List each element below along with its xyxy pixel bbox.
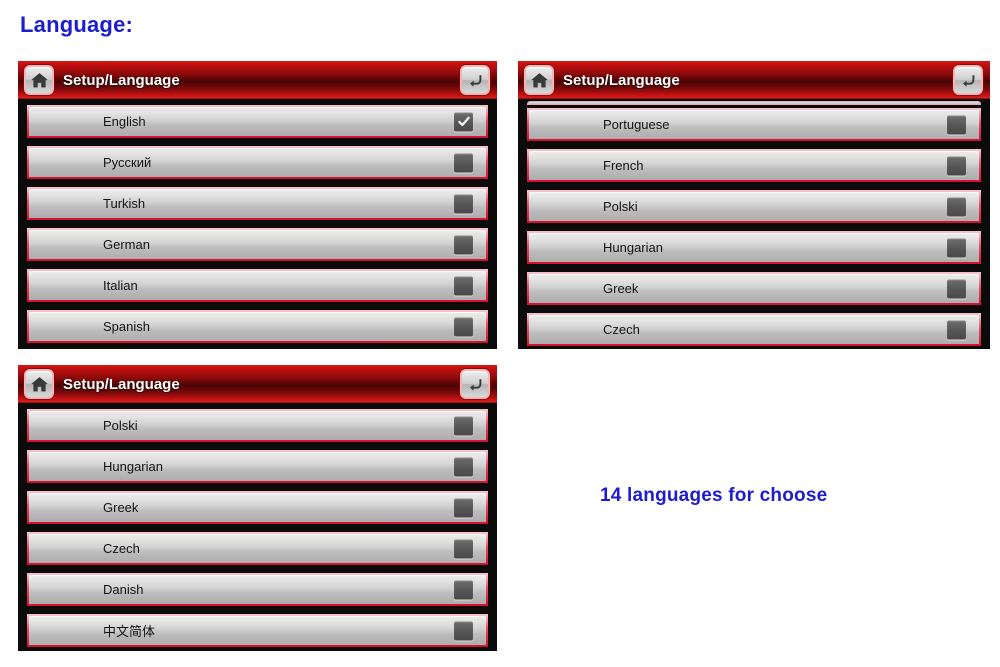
checkbox-unchecked[interactable]	[454, 235, 473, 254]
back-button[interactable]	[460, 369, 490, 399]
language-label: Portuguese	[603, 117, 670, 132]
checkbox-unchecked[interactable]	[947, 197, 966, 216]
checkbox-unchecked[interactable]	[454, 580, 473, 599]
checkbox-unchecked[interactable]	[454, 457, 473, 476]
panel-header: Setup/Language	[18, 61, 497, 99]
back-arrow-icon	[466, 71, 485, 90]
language-label: Hungarian	[103, 459, 163, 474]
page-title: Language:	[20, 12, 134, 37]
partial-scrolled-row[interactable]	[527, 101, 981, 105]
language-row[interactable]: Spanish	[27, 310, 488, 343]
device-screen-panel-3: Setup/Language Polski Hungarian Greek Czech D…	[18, 365, 497, 651]
language-row[interactable]: Polski	[527, 190, 981, 223]
language-label: Hungarian	[603, 240, 663, 255]
language-row[interactable]: Русский	[27, 146, 488, 179]
language-label: Greek	[103, 500, 139, 515]
device-screen-panel-2: Setup/Language Portuguese French Polski Hung…	[518, 61, 990, 349]
language-row[interactable]: 中文简体	[27, 614, 488, 647]
checkbox-unchecked[interactable]	[947, 320, 966, 339]
language-label: French	[603, 158, 644, 173]
language-label: Polski	[603, 199, 638, 214]
panel-title: Setup/Language	[63, 375, 180, 393]
panel-header: Setup/Language	[18, 365, 497, 403]
language-list: Polski Hungarian Greek Czech Danish 中文简体	[18, 403, 497, 651]
languages-count-note: 14 languages for choose	[600, 485, 828, 506]
checkbox-unchecked[interactable]	[947, 238, 966, 257]
home-icon	[30, 375, 49, 394]
language-row[interactable]: French	[527, 149, 981, 182]
checkbox-unchecked[interactable]	[454, 498, 473, 517]
language-row[interactable]: Polski	[27, 409, 488, 442]
language-row[interactable]: Italian	[27, 269, 488, 302]
home-button[interactable]	[24, 65, 54, 95]
language-label: English	[103, 114, 146, 129]
language-label: Русский	[103, 155, 152, 170]
language-row[interactable]: Greek	[527, 272, 981, 305]
checkbox-unchecked[interactable]	[947, 156, 966, 175]
panel-title: Setup/Language	[63, 71, 180, 89]
checkbox-unchecked[interactable]	[454, 317, 473, 336]
language-label: Czech	[103, 541, 140, 556]
language-row[interactable]: Greek	[27, 491, 488, 524]
language-label: Czech	[603, 322, 640, 337]
home-button[interactable]	[524, 65, 554, 95]
language-row[interactable]: Portuguese	[527, 108, 981, 141]
home-button[interactable]	[24, 369, 54, 399]
home-icon	[30, 71, 49, 90]
language-row[interactable]: Danish	[27, 573, 488, 606]
language-row[interactable]: Hungarian	[27, 450, 488, 483]
language-list: English Русский Turkish German Italian Spanis…	[18, 99, 497, 349]
checkbox-checked[interactable]	[454, 112, 473, 131]
language-row[interactable]: Turkish	[27, 187, 488, 220]
back-arrow-icon	[466, 375, 485, 394]
home-icon	[530, 71, 549, 90]
checkbox-unchecked[interactable]	[454, 276, 473, 295]
checkbox-unchecked[interactable]	[454, 416, 473, 435]
device-screen-panel-1: Setup/Language English Русский Turkish Germa…	[18, 61, 497, 349]
language-label: Turkish	[103, 196, 146, 211]
language-label: German	[103, 237, 150, 252]
language-row[interactable]: English	[27, 105, 488, 138]
panel-title: Setup/Language	[563, 71, 680, 89]
checkbox-unchecked[interactable]	[454, 621, 473, 640]
back-button[interactable]	[460, 65, 490, 95]
language-row[interactable]: Czech	[527, 313, 981, 346]
back-arrow-icon	[959, 71, 978, 90]
checkbox-unchecked[interactable]	[947, 279, 966, 298]
checkbox-unchecked[interactable]	[454, 539, 473, 558]
language-label: Italian	[103, 278, 138, 293]
language-label: Spanish	[103, 319, 150, 334]
checkbox-unchecked[interactable]	[947, 115, 966, 134]
language-label: 中文简体	[103, 624, 156, 639]
language-row[interactable]: Czech	[27, 532, 488, 565]
language-label: Danish	[103, 582, 144, 597]
language-label: Polski	[103, 418, 138, 433]
checkbox-unchecked[interactable]	[454, 194, 473, 213]
language-row[interactable]: Hungarian	[527, 231, 981, 264]
checkbox-unchecked[interactable]	[454, 153, 473, 172]
panel-header: Setup/Language	[518, 61, 990, 99]
language-list: Portuguese French Polski Hungarian Greek Czec…	[518, 101, 990, 349]
back-button[interactable]	[953, 65, 983, 95]
language-label: Greek	[603, 281, 639, 296]
language-row[interactable]: German	[27, 228, 488, 261]
